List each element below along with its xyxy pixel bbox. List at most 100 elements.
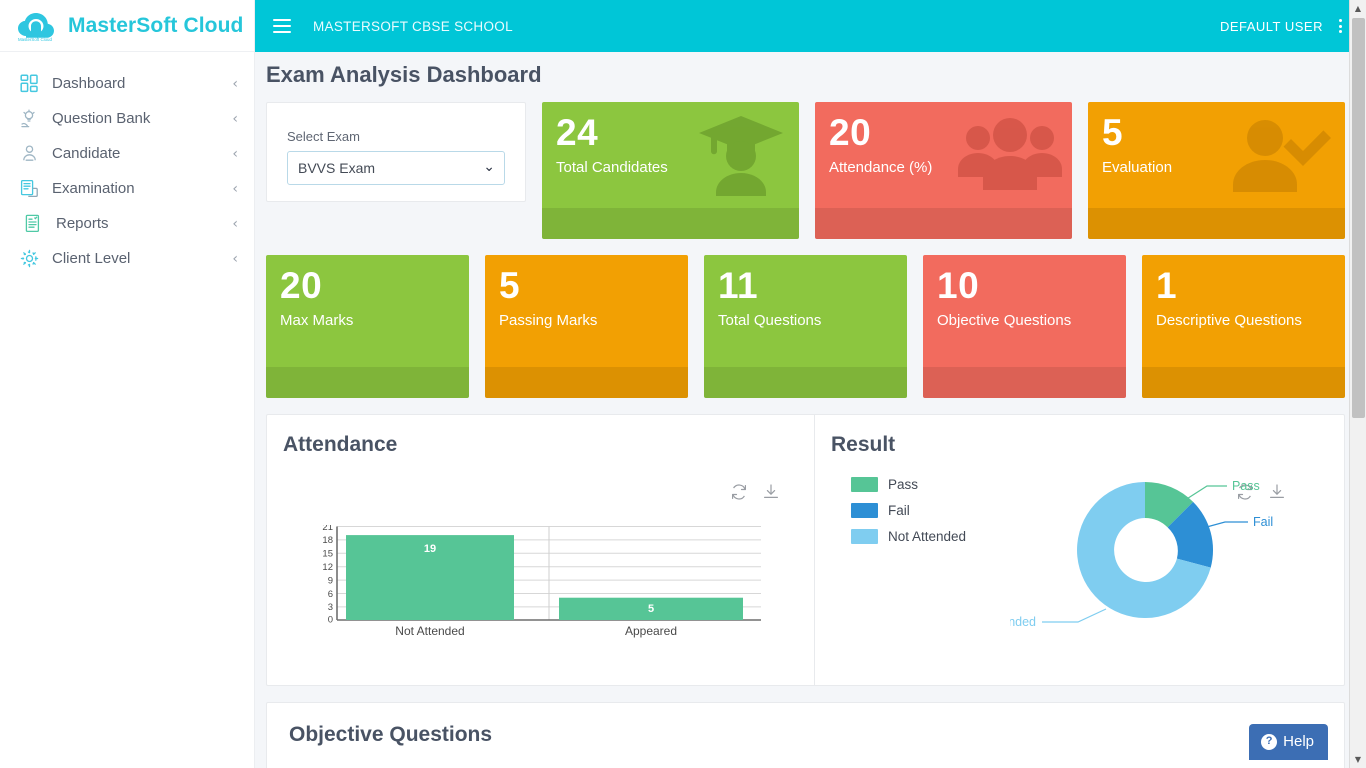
legend-swatch [851,503,878,518]
sidebar-item-reports[interactable]: Reports ‹ [0,206,254,241]
sidebar-item-candidate[interactable]: Candidate ‹ [0,136,254,171]
stat-body: 5 Passing Marks [485,255,688,367]
sidebar-item-question-bank[interactable]: Question Bank ‹ [0,101,254,136]
refresh-icon[interactable] [730,483,748,506]
legend-item-pass[interactable]: Pass [851,477,966,492]
stat-body: 20 Max Marks [266,255,469,367]
stat-label: Objective Questions [937,312,1126,329]
result-panel: Result [815,415,1344,685]
stat-label: Total Candidates [556,159,799,176]
select-exam-wrap: BVVS Exam ⌄ [287,151,505,185]
sidebar-item-label: Examination [52,180,220,197]
stat-value: 11 [718,267,907,306]
user-name[interactable]: DEFAULT USER [1220,19,1323,34]
result-donut-chart: Pass Fail Not Attended [1010,450,1340,650]
legend-label: Not Attended [888,529,966,544]
sidebar-item-client-level[interactable]: Client Level ‹ [0,241,254,276]
stat-label: Total Questions [718,312,907,329]
scroll-up-arrow[interactable]: ▲ [1350,0,1366,17]
page-scrollbar[interactable]: ▲ ▼ [1349,0,1366,768]
stat-body: 10 Objective Questions [923,255,1126,367]
stat-card-max-marks[interactable]: 20 Max Marks [266,255,469,398]
school-name: MASTERSOFT CBSE SCHOOL [313,19,513,34]
chevron-left-icon: ‹ [232,77,238,91]
brand-header[interactable]: MasterSoft Cloud MasterSoft Cloud [0,0,254,52]
select-exam-input[interactable]: BVVS Exam [287,151,505,185]
stat-footer [1142,367,1345,398]
stat-card-total-candidates[interactable]: 24 Total Candidates [542,102,799,239]
attendance-bar-chart: 21 18 15 12 9 6 3 0 19 [309,525,769,640]
sidebar-nav: Dashboard ‹ Question Bank ‹ [0,52,254,276]
stat-body: 24 Total Candidates [542,102,799,208]
svg-text:Not Attended: Not Attended [395,624,464,638]
stat-value: 20 [280,267,469,306]
chevron-left-icon: ‹ [232,182,238,196]
stat-card-descriptive-questions[interactable]: 1 Descriptive Questions [1142,255,1345,398]
legend-swatch [851,529,878,544]
help-button[interactable]: ? Help [1249,724,1328,760]
svg-text:19: 19 [424,543,436,555]
topbar: MASTERSOFT CBSE SCHOOL DEFAULT USER [255,0,1366,52]
chevron-left-icon: ‹ [232,112,238,126]
sidebar: MasterSoft Cloud MasterSoft Cloud Dashbo… [0,0,255,768]
stat-card-passing-marks[interactable]: 5 Passing Marks [485,255,688,398]
stat-footer [815,208,1072,239]
legend-swatch [851,477,878,492]
stat-card-objective-questions[interactable]: 10 Objective Questions [923,255,1126,398]
stat-label: Evaluation [1102,159,1345,176]
vertical-dots-icon[interactable] [1337,17,1344,35]
help-button-label: Help [1283,733,1314,750]
question-circle-icon: ? [1261,734,1277,750]
chevron-left-icon: ‹ [232,147,238,161]
sidebar-item-label: Candidate [52,145,220,162]
stat-footer [485,367,688,398]
svg-text:3: 3 [328,602,333,613]
sidebar-item-label: Question Bank [52,110,220,127]
svg-text:6: 6 [328,589,333,600]
stat-value: 5 [1102,114,1345,153]
content-scroll-area: Exam Analysis Dashboard Select Exam BVVS… [255,52,1366,768]
stats-row-2: 20 Max Marks 5 Passing Marks 11 Tota [255,255,1356,414]
charts-panel-row: Attendance [266,414,1345,686]
stat-label: Passing Marks [499,312,688,329]
app-root: MasterSoft Cloud MasterSoft Cloud Dashbo… [0,0,1366,768]
stat-card-total-questions[interactable]: 11 Total Questions [704,255,907,398]
objective-questions-panel: Objective Questions [266,702,1345,768]
svg-text:15: 15 [322,549,333,560]
page-title: Exam Analysis Dashboard [255,52,1356,102]
stat-footer [266,367,469,398]
sidebar-item-label: Reports [56,215,220,232]
stat-footer [1088,208,1345,239]
main-area: MASTERSOFT CBSE SCHOOL DEFAULT USER Exam… [255,0,1366,768]
stat-body: 11 Total Questions [704,255,907,367]
svg-text:0: 0 [328,615,333,626]
scroll-down-arrow[interactable]: ▼ [1350,751,1366,768]
donut-annotation-not-attended: Not Attended [1010,615,1036,629]
stat-footer [704,367,907,398]
lightbulb-hand-icon [18,108,40,130]
result-legend: Pass Fail Not Attended [851,477,966,555]
stat-card-attendance[interactable]: 20 Attendance (%) [815,102,1072,239]
download-icon[interactable] [762,483,780,506]
svg-text:5: 5 [648,603,654,615]
attendance-chart-tools [730,483,780,506]
hamburger-icon[interactable] [273,19,291,33]
stat-value: 5 [499,267,688,306]
legend-label: Fail [888,503,910,518]
attendance-panel: Attendance [267,415,815,685]
stat-label: Descriptive Questions [1156,312,1345,329]
svg-text:Appeared: Appeared [625,624,677,638]
select-exam-label: Select Exam [287,129,505,144]
sidebar-item-examination[interactable]: Examination ‹ [0,171,254,206]
chevron-left-icon: ‹ [232,252,238,266]
stat-body: 1 Descriptive Questions [1142,255,1345,367]
sidebar-item-dashboard[interactable]: Dashboard ‹ [0,66,254,101]
legend-item-not-attended[interactable]: Not Attended [851,529,966,544]
stat-value: 10 [937,267,1126,306]
stat-card-evaluation[interactable]: 5 Evaluation [1088,102,1345,239]
svg-text:9: 9 [328,575,333,586]
legend-item-fail[interactable]: Fail [851,503,966,518]
scrollbar-thumb[interactable] [1352,18,1365,418]
stat-label: Max Marks [280,312,469,329]
stat-body: 20 Attendance (%) [815,102,1072,208]
